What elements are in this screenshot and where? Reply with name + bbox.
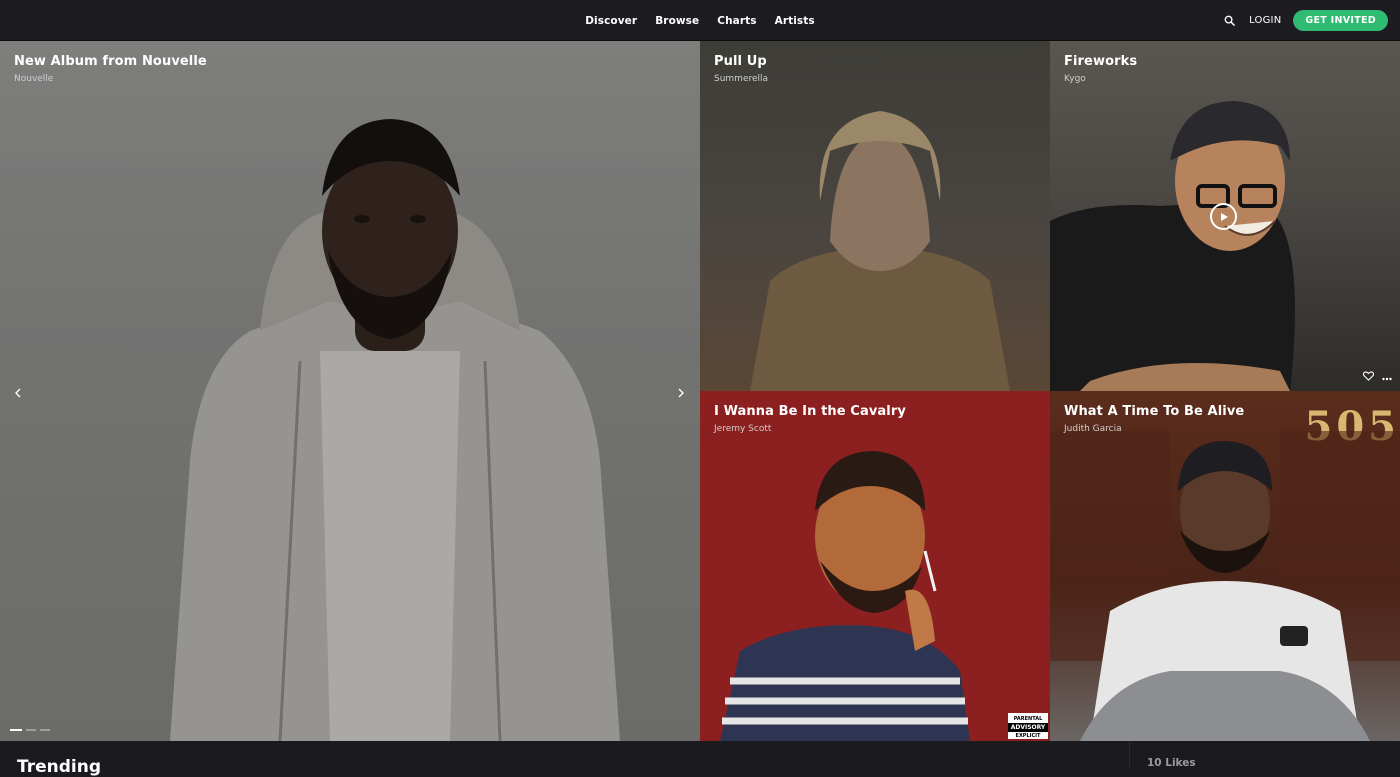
hero-subtitle[interactable]: Nouvelle [14, 74, 207, 84]
tile-artist[interactable]: Summerella [714, 74, 768, 84]
nav-item-discover[interactable]: Discover [585, 15, 637, 27]
nav-item-artists[interactable]: Artists [775, 15, 815, 27]
explicit-badge: PARENTAL ADVISORY EXPLICIT CONTENT [1008, 713, 1048, 739]
slide-dot[interactable] [26, 729, 36, 731]
track-tile-fireworks[interactable]: Fireworks Kygo [1050, 41, 1400, 391]
tile-caption: What A Time To Be Alive Judith Garcia [1064, 404, 1244, 434]
pull-up-cover-art [740, 81, 1020, 391]
track-tile-pull-up[interactable]: DAYDREAM MEDASIN FT. SUBA Pull Up Summer… [700, 41, 1050, 391]
tile-caption: Pull Up Summerella [714, 54, 768, 84]
top-navigation-bar: Discover Browse Charts Artists LOGIN GET… [0, 0, 1400, 41]
play-icon[interactable] [1210, 203, 1237, 230]
slide-dot[interactable] [40, 729, 50, 731]
tile-title[interactable]: Fireworks [1064, 54, 1137, 69]
slide-indicators [10, 729, 50, 731]
tile-caption: Fireworks Kygo [1064, 54, 1137, 84]
hero-slide[interactable]: New Album from Nouvelle Nouvelle [0, 41, 700, 741]
tile-title[interactable]: Pull Up [714, 54, 768, 69]
badge-top: PARENTAL [1014, 716, 1043, 722]
badge-mid: ADVISORY [1008, 723, 1048, 732]
bottom-section: Trending 10 Likes [0, 741, 1400, 769]
search-icon[interactable] [1221, 13, 1237, 29]
cover-text: DAYDREAM [814, 57, 879, 67]
nav-item-charts[interactable]: Charts [717, 15, 756, 27]
track-tile-cavalry[interactable]: PARENTAL ADVISORY EXPLICIT CONTENT I Wan… [700, 391, 1050, 741]
hero-title[interactable]: New Album from Nouvelle [14, 54, 207, 69]
tile-actions [1363, 366, 1392, 385]
cover-band-title: DAYDREAM MEDASIN FT. SUBA [814, 57, 883, 77]
login-link[interactable]: LOGIN [1249, 15, 1281, 26]
tile-artist[interactable]: Jeremy Scott [714, 424, 906, 434]
nav-item-browse[interactable]: Browse [655, 15, 699, 27]
more-icon[interactable] [1382, 366, 1392, 385]
badge-bottom: EXPLICIT CONTENT [1015, 733, 1042, 741]
divider [1129, 741, 1130, 769]
cover-subtext: MEDASIN FT. SUBA [814, 70, 883, 76]
track-tile-what-a-time[interactable]: 505 What A Time To Be Alive Judith Garci… [1050, 391, 1400, 741]
tile-title[interactable]: I Wanna Be In the Cavalry [714, 404, 906, 419]
heart-icon[interactable] [1363, 366, 1374, 385]
get-invited-button[interactable]: GET INVITED [1293, 10, 1388, 31]
what-a-time-cover-art [1050, 431, 1400, 741]
likes-heading: 10 Likes [1147, 757, 1196, 769]
main-nav: Discover Browse Charts Artists [0, 0, 1400, 41]
hero-shade [0, 41, 700, 741]
tile-artist[interactable]: Kygo [1064, 74, 1137, 84]
cavalry-cover-art [700, 441, 1050, 741]
header-actions: LOGIN GET INVITED [1221, 0, 1388, 41]
fireworks-cover-art [1050, 101, 1400, 391]
tile-artist[interactable]: Judith Garcia [1064, 424, 1244, 434]
trending-heading: Trending [17, 757, 101, 777]
slide-dot[interactable] [10, 729, 22, 731]
tile-caption: I Wanna Be In the Cavalry Jeremy Scott [714, 404, 906, 434]
chevron-right-icon[interactable] [673, 385, 689, 401]
tile-title[interactable]: What A Time To Be Alive [1064, 404, 1244, 419]
hero-caption: New Album from Nouvelle Nouvelle [14, 54, 207, 84]
chevron-left-icon[interactable] [10, 385, 26, 401]
